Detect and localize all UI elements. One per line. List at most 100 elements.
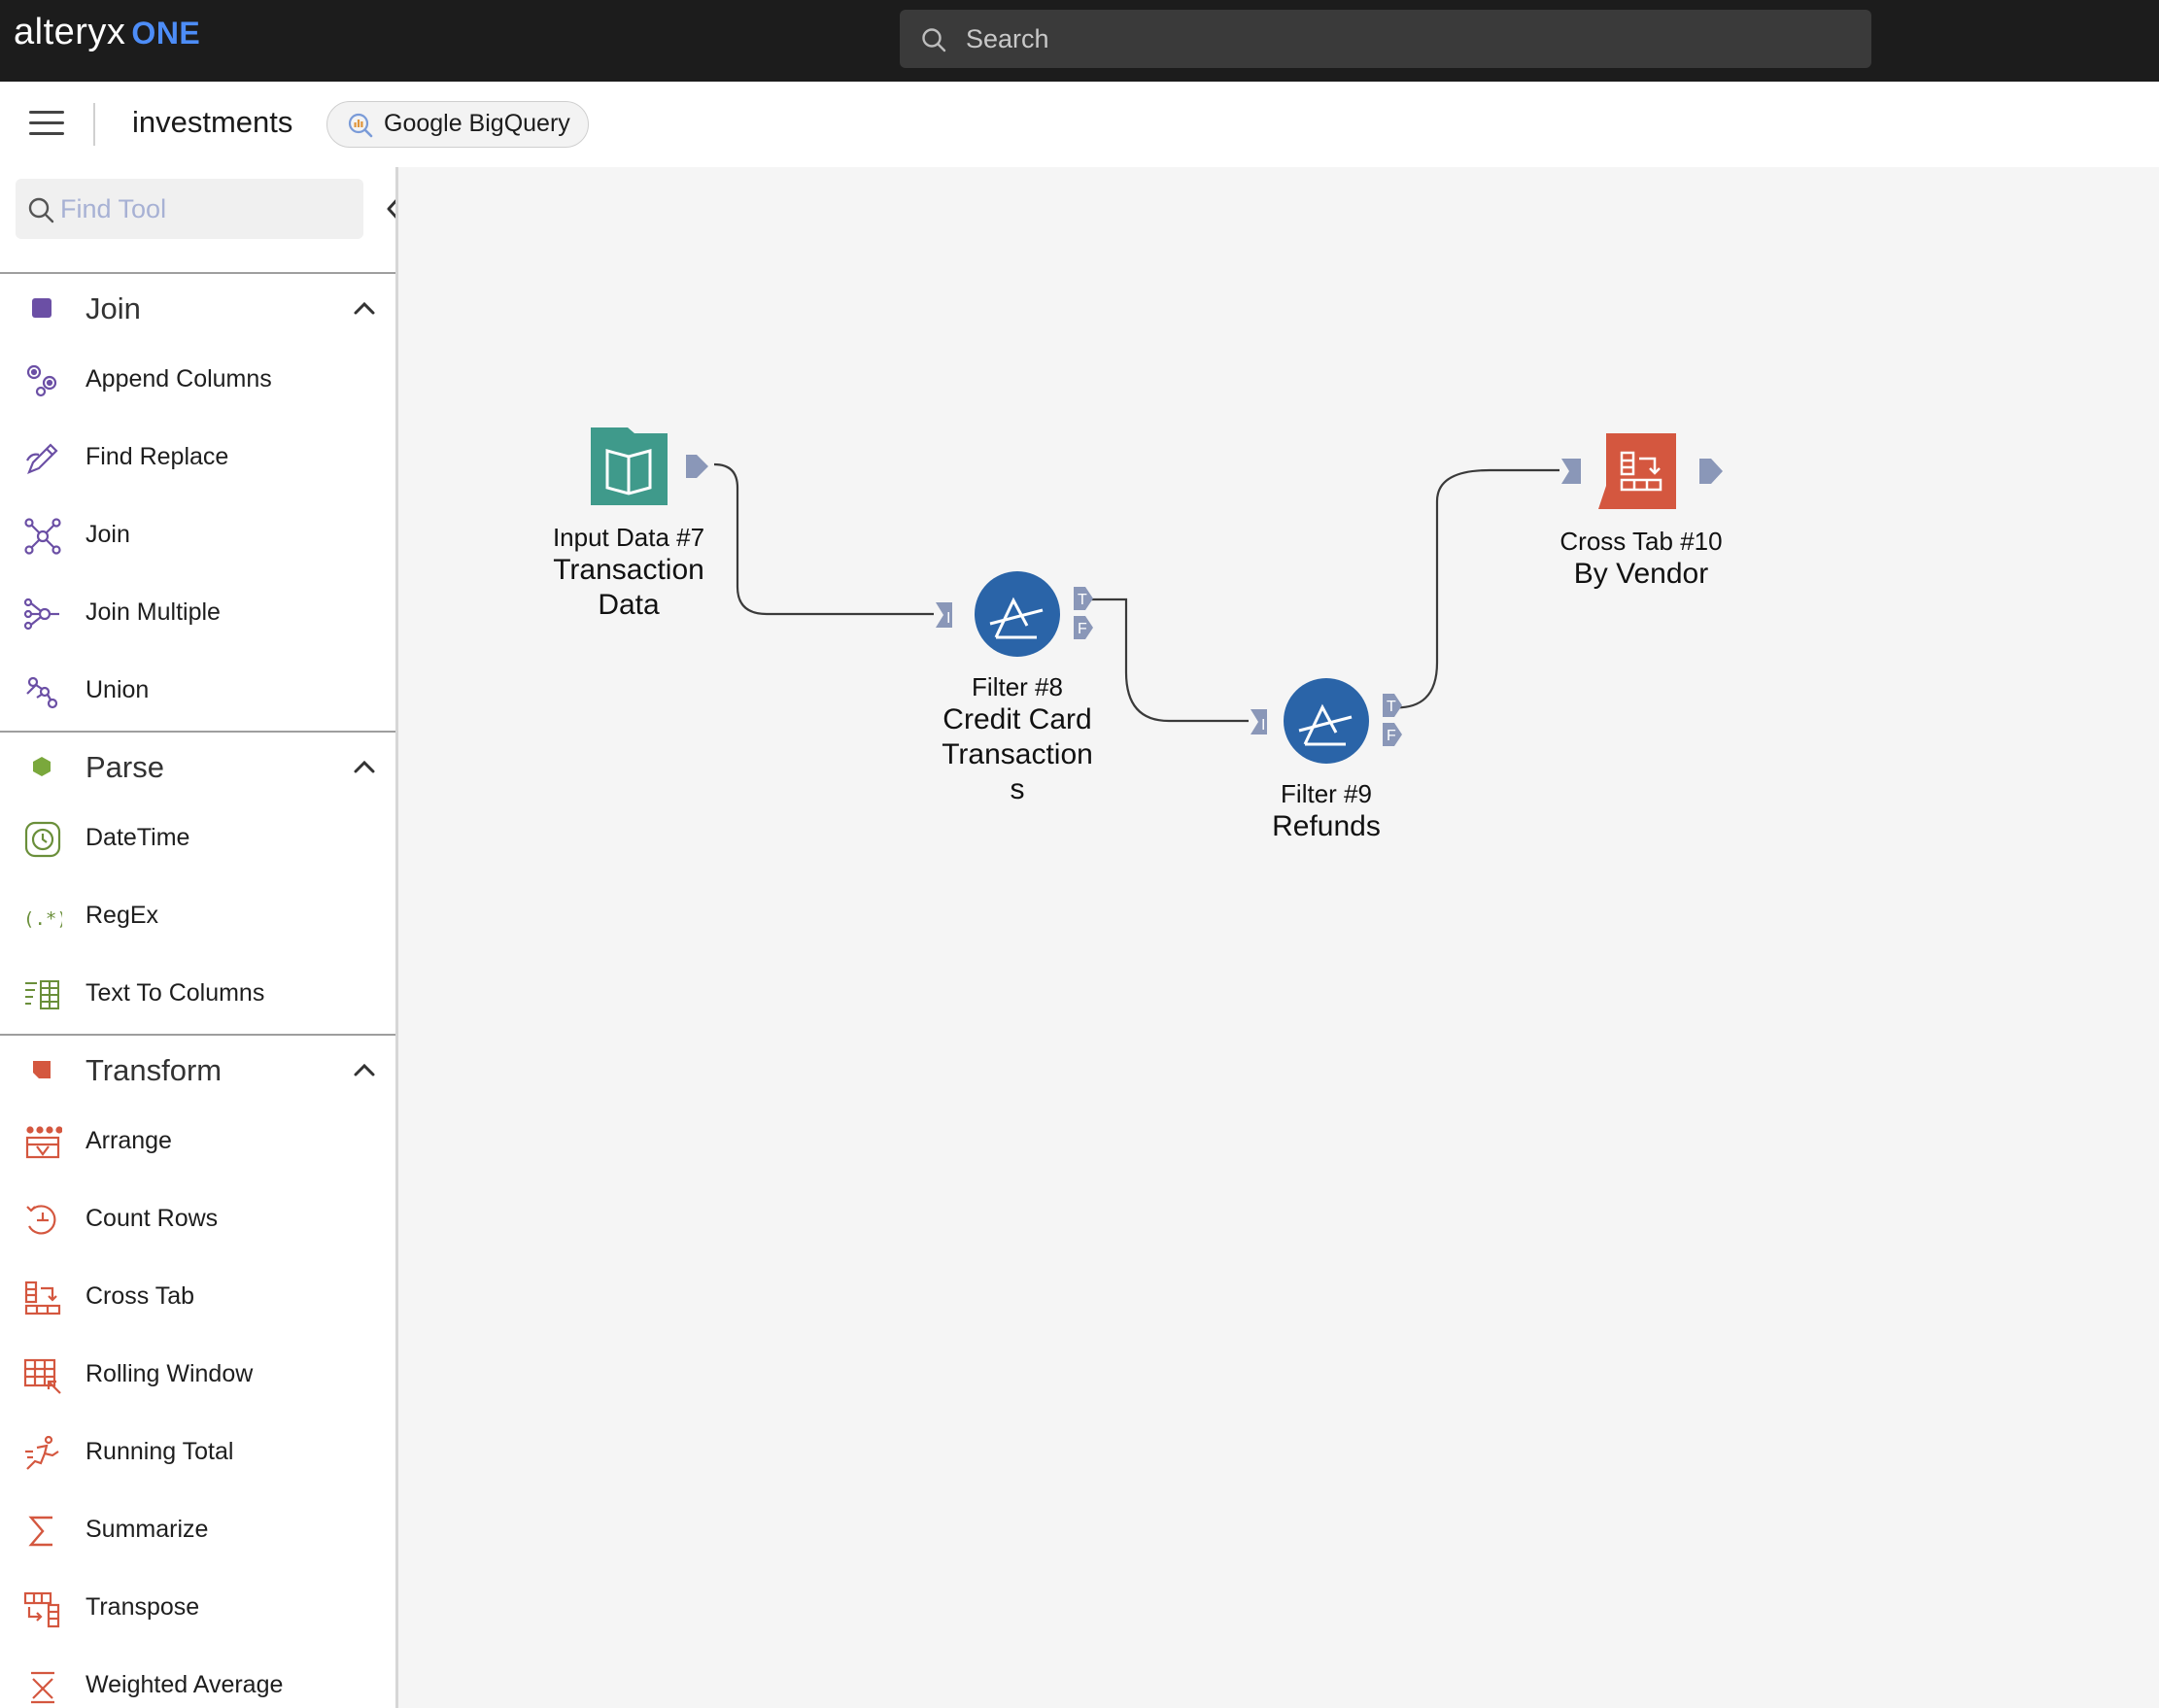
count-rows-icon <box>26 1205 56 1235</box>
tool-join-multiple[interactable]: Join Multiple <box>0 575 395 653</box>
node-7-label: Input Data #7 Transaction Data <box>522 523 736 623</box>
arrange-icon <box>25 1126 62 1159</box>
category-parse[interactable]: Parse <box>0 731 395 801</box>
tool-label: Union <box>86 676 150 703</box>
regex-icon: (.*) <box>23 908 62 930</box>
chevron-up-icon[interactable] <box>352 1059 377 1080</box>
find-replace-icon <box>26 443 58 474</box>
join-category-icon <box>32 298 51 318</box>
node-tag: Filter #8 <box>972 672 1063 701</box>
category-label: Parse <box>86 750 164 784</box>
tool-label: Cross Tab <box>86 1282 195 1310</box>
node-name-line: Transaction <box>553 554 704 586</box>
find-tool-input[interactable] <box>60 179 352 239</box>
tool-count-rows[interactable]: Count Rows <box>0 1181 395 1259</box>
workflow-canvas[interactable]: I T F I T F Input Data #7 Transaction Da… <box>401 167 2159 1708</box>
node-tag: Cross Tab #10 <box>1559 527 1723 556</box>
input-anchor-label: I <box>1261 717 1265 734</box>
tool-label: Join <box>86 521 130 548</box>
clock-icon <box>24 821 61 858</box>
input-anchor[interactable] <box>1561 459 1581 484</box>
global-search[interactable] <box>900 10 1871 68</box>
search-icon <box>28 197 54 223</box>
tool-transpose[interactable]: Transpose <box>0 1570 395 1648</box>
running-total-icon <box>25 1435 59 1470</box>
filter-icon <box>1284 678 1369 764</box>
logo-text: alteryx <box>14 12 126 52</box>
chevron-up-icon[interactable] <box>352 756 377 777</box>
union-icon <box>26 676 58 709</box>
top-bar: alteryx ONE <box>0 0 2159 82</box>
tool-label: Transpose <box>86 1593 200 1621</box>
category-label: Join <box>86 291 141 325</box>
tool-label: Text To Columns <box>86 979 265 1007</box>
collapse-sidebar-icon[interactable] <box>381 192 398 225</box>
sigma-icon <box>28 1516 52 1547</box>
tool-datetime[interactable]: DateTime <box>0 801 395 878</box>
weighted-average-icon <box>31 1671 54 1704</box>
connection-chip[interactable]: Google BigQuery <box>326 101 589 148</box>
true-anchor-label: T <box>1387 699 1396 715</box>
find-tool-box[interactable] <box>16 179 363 239</box>
transpose-icon <box>23 1591 60 1628</box>
node-filter-9[interactable]: I T F <box>1251 678 1402 764</box>
tool-append-columns[interactable]: Append Columns <box>0 342 395 420</box>
tool-cross-tab[interactable]: Cross Tab <box>0 1259 395 1337</box>
node-cross-tab-10[interactable] <box>1561 433 1723 509</box>
tool-label: Summarize <box>86 1516 209 1543</box>
tool-join[interactable]: Join <box>0 497 395 575</box>
tool-arrange[interactable]: Arrange <box>0 1104 395 1181</box>
cross-tab-icon <box>1598 433 1676 509</box>
tool-weighted-average[interactable]: Weighted Average <box>0 1648 395 1708</box>
alteryx-logo[interactable]: alteryx ONE <box>14 12 200 53</box>
tool-label: Rolling Window <box>86 1360 254 1387</box>
tool-text-to-columns[interactable]: Text To Columns <box>0 956 395 1034</box>
tool-label: Running Total <box>86 1438 234 1465</box>
tool-label: DateTime <box>86 824 190 851</box>
node-9-label: Filter #9 Refunds <box>1219 779 1433 844</box>
node-input-data-7[interactable] <box>591 427 708 505</box>
input-anchor-label: I <box>946 610 950 627</box>
tool-label: Append Columns <box>86 365 272 393</box>
node-filter-8[interactable]: I T F <box>936 571 1093 657</box>
rolling-window-icon <box>23 1358 61 1394</box>
append-columns-icon <box>26 364 57 397</box>
tool-list: Join Append Columns Find Replace Join Jo… <box>0 272 395 1708</box>
output-anchor[interactable] <box>686 455 708 478</box>
output-anchor[interactable] <box>1699 459 1723 484</box>
tool-label: Arrange <box>86 1127 172 1154</box>
join-multiple-icon <box>23 598 59 631</box>
transform-category-icon <box>33 1061 51 1078</box>
category-join[interactable]: Join <box>0 272 395 342</box>
node-10-label: Cross Tab #10 By Vendor <box>1534 527 1748 592</box>
tool-rolling-window[interactable]: Rolling Window <box>0 1337 395 1415</box>
workflow-title[interactable]: investments <box>132 105 292 140</box>
node-name-line: By Vendor <box>1573 558 1709 590</box>
connection-label: Google BigQuery <box>384 110 570 137</box>
chevron-up-icon[interactable] <box>352 297 377 319</box>
header-divider <box>93 103 95 146</box>
search-input[interactable] <box>958 10 1852 68</box>
logo-suffix: ONE <box>131 16 201 51</box>
svg-text:(.*): (.*) <box>23 908 62 930</box>
tool-find-replace[interactable]: Find Replace <box>0 420 395 497</box>
bigquery-icon <box>348 113 373 138</box>
menu-icon[interactable] <box>29 111 64 140</box>
category-transform[interactable]: Transform <box>0 1034 395 1104</box>
node-8-label: Filter #8 Credit Card Transaction s <box>910 672 1124 807</box>
tool-label: Weighted Average <box>86 1671 284 1698</box>
node-name-line: Transaction <box>942 738 1093 770</box>
tool-regex[interactable]: (.*) RegEx <box>0 878 395 956</box>
node-name-line: s <box>1010 773 1025 805</box>
cross-tab-icon <box>24 1281 61 1315</box>
false-anchor-label: F <box>1078 621 1087 637</box>
tool-running-total[interactable]: Running Total <box>0 1415 395 1492</box>
tool-palette: Join Append Columns Find Replace Join Jo… <box>0 167 398 1708</box>
true-anchor-label: T <box>1078 592 1087 608</box>
connection-7-to-8[interactable] <box>713 462 934 616</box>
tool-label: Find Replace <box>86 443 229 470</box>
text-to-columns-icon <box>25 980 59 1009</box>
tool-label: Join Multiple <box>86 598 221 626</box>
tool-union[interactable]: Union <box>0 653 395 731</box>
tool-summarize[interactable]: Summarize <box>0 1492 395 1570</box>
